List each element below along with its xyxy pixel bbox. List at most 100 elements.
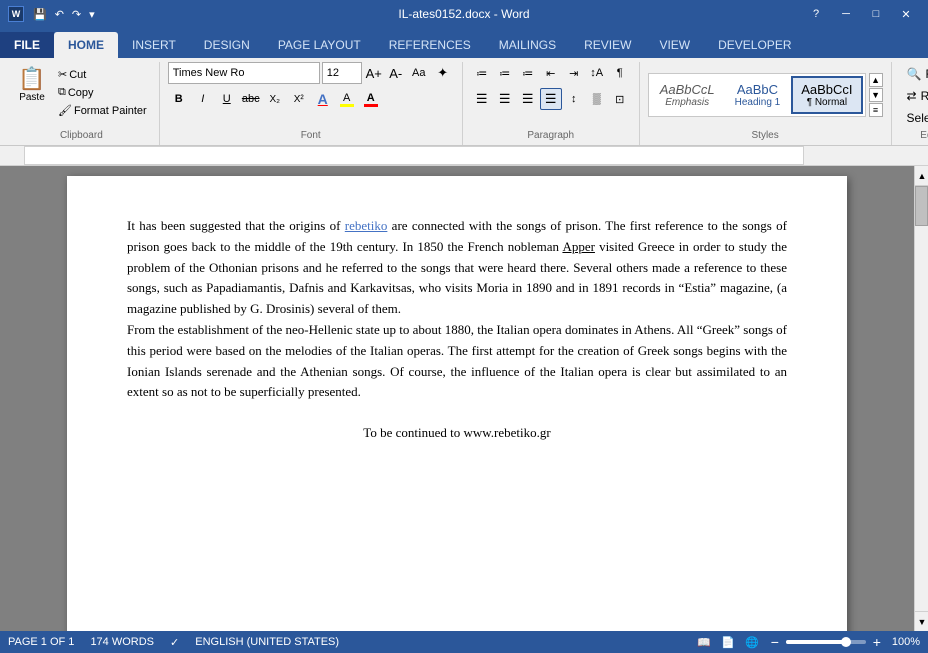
change-case-button[interactable]: Aa: [408, 62, 430, 84]
style-emphasis[interactable]: AaBbCcL Emphasis: [651, 77, 724, 113]
clipboard-group: 📋 Paste ✂ Cut ⧉ Copy 🖌 Format Painter Cl…: [4, 62, 160, 145]
zoom-track[interactable]: [786, 640, 866, 644]
close-button[interactable]: ✕: [892, 0, 920, 28]
highlight-color-button[interactable]: A: [336, 88, 358, 110]
line-spacing-button[interactable]: ↕: [563, 88, 585, 110]
window-controls: ? ─ □ ✕: [802, 0, 920, 28]
save-quick-btn[interactable]: 💾: [30, 6, 50, 23]
styles-scroll-up[interactable]: ▲: [869, 73, 883, 87]
font-group: A+ A- Aa ✦ B I U abc X₂ X² A A A: [160, 62, 463, 145]
select-label: Select ▾: [907, 111, 928, 125]
quick-access-dropdown[interactable]: ▾: [86, 6, 98, 23]
show-marks-button[interactable]: ¶: [609, 62, 631, 84]
scroll-thumb[interactable]: [915, 186, 928, 226]
replace-icon: ⇄: [907, 89, 917, 103]
styles-scroll-down[interactable]: ▼: [869, 88, 883, 102]
word-app-icon: W: [8, 6, 24, 22]
tab-insert[interactable]: INSERT: [118, 32, 190, 58]
font-size-input[interactable]: [322, 62, 362, 84]
read-mode-icon[interactable]: 📖: [696, 634, 712, 650]
cut-label: Cut: [69, 69, 86, 81]
align-right-button[interactable]: ☰: [517, 88, 539, 110]
text-effects-button[interactable]: A: [312, 88, 334, 110]
align-center-button[interactable]: ☰: [494, 88, 516, 110]
tab-developer[interactable]: DEVELOPER: [704, 32, 805, 58]
tab-pagelayout[interactable]: PAGE LAYOUT: [264, 32, 375, 58]
decrease-indent-button[interactable]: ⇤: [540, 62, 562, 84]
clipboard-label: Clipboard: [12, 130, 151, 141]
clear-formatting-button[interactable]: ✦: [432, 62, 454, 84]
tab-view[interactable]: VIEW: [645, 32, 704, 58]
paragraph-controls: ≔ ≔ ≔ ⇤ ⇥ ↕A ¶ ☰ ☰ ☰ ☰ ↕ ▒ ⊡: [471, 62, 631, 128]
zoom-in-button[interactable]: +: [870, 635, 884, 649]
superscript-button[interactable]: X²: [288, 88, 310, 110]
strikethrough-button[interactable]: abc: [240, 88, 262, 110]
borders-button[interactable]: ⊡: [609, 88, 631, 110]
paste-icon: 📋: [18, 66, 45, 92]
format-painter-button[interactable]: 🖌 Format Painter: [54, 102, 151, 119]
styles-more[interactable]: ≡: [869, 103, 883, 117]
select-button[interactable]: Select ▾: [900, 108, 928, 128]
tab-mailings[interactable]: MAILINGS: [485, 32, 570, 58]
find-button[interactable]: 🔍 Find ▾: [900, 64, 928, 84]
minimize-button[interactable]: ─: [832, 0, 860, 28]
editing-buttons: 🔍 Find ▾ ⇄ Replace Select ▾: [900, 62, 928, 128]
copy-icon: ⧉: [58, 86, 66, 99]
justify-button[interactable]: ☰: [540, 88, 562, 110]
scroll-down-button[interactable]: ▼: [915, 611, 928, 631]
font-name-input[interactable]: [168, 62, 320, 84]
styles-scroll: ▲ ▼ ≡: [869, 73, 883, 117]
font-label: Font: [168, 130, 454, 141]
print-layout-icon[interactable]: 📄: [720, 634, 736, 650]
tab-home[interactable]: HOME: [54, 32, 118, 58]
window-title: IL-ates0152.docx - Word: [398, 7, 529, 21]
paragraph-group: ≔ ≔ ≔ ⇤ ⇥ ↕A ¶ ☰ ☰ ☰ ☰ ↕ ▒ ⊡ Paragraph: [463, 62, 640, 145]
zoom-thumb[interactable]: [841, 637, 851, 647]
tab-review[interactable]: REVIEW: [570, 32, 645, 58]
undo-quick-btn[interactable]: ↶: [52, 6, 67, 23]
paragraph-row2: ☰ ☰ ☰ ☰ ↕ ▒ ⊡: [471, 88, 631, 110]
help-button[interactable]: ?: [802, 0, 830, 28]
tab-references[interactable]: REFERENCES: [375, 32, 485, 58]
language: ENGLISH (UNITED STATES): [195, 636, 339, 648]
sort-button[interactable]: ↕A: [586, 62, 608, 84]
status-bar: PAGE 1 OF 1 174 WORDS ✓ ENGLISH (UNITED …: [0, 631, 928, 653]
redo-quick-btn[interactable]: ↷: [69, 6, 84, 23]
tab-file[interactable]: FILE: [0, 32, 54, 58]
cut-button[interactable]: ✂ Cut: [54, 66, 151, 83]
tab-design[interactable]: DESIGN: [190, 32, 264, 58]
grow-font-button[interactable]: A+: [364, 63, 384, 83]
scroll-up-button[interactable]: ▲: [915, 166, 928, 186]
ruler-inner: [24, 146, 804, 165]
paste-button[interactable]: 📋 Paste: [12, 62, 52, 128]
style-normal[interactable]: AaBbCcI ¶ Normal: [791, 76, 862, 114]
editing-label: Editing: [900, 130, 928, 141]
shading-button[interactable]: ▒: [586, 88, 608, 110]
italic-button[interactable]: I: [192, 88, 214, 110]
document-text: It has been suggested that the origins o…: [127, 216, 787, 444]
rebetiko-link: rebetiko: [345, 218, 388, 233]
underline-button[interactable]: U: [216, 88, 238, 110]
font-color-bar: [364, 104, 378, 107]
title-bar: W 💾 ↶ ↷ ▾ IL-ates0152.docx - Word ? ─ □ …: [0, 0, 928, 28]
multilevel-button[interactable]: ≔: [517, 62, 539, 84]
replace-button[interactable]: ⇄ Replace: [900, 86, 928, 106]
shrink-font-button[interactable]: A-: [386, 63, 406, 83]
numbering-button[interactable]: ≔: [494, 62, 516, 84]
bold-button[interactable]: B: [168, 88, 190, 110]
font-color-button[interactable]: A: [360, 88, 382, 110]
vertical-scrollbar: ▲ ▼: [914, 166, 928, 631]
copy-button[interactable]: ⧉ Copy: [54, 84, 151, 101]
paste-label: Paste: [19, 92, 45, 103]
subscript-button[interactable]: X₂: [264, 88, 286, 110]
maximize-button[interactable]: □: [862, 0, 890, 28]
scroll-track[interactable]: [915, 186, 928, 611]
bullets-button[interactable]: ≔: [471, 62, 493, 84]
increase-indent-button[interactable]: ⇥: [563, 62, 585, 84]
zoom-out-button[interactable]: −: [768, 635, 782, 649]
style-heading1[interactable]: AaBbC Heading 1: [726, 77, 790, 113]
document-page: It has been suggested that the origins o…: [67, 176, 847, 631]
editing-group: 🔍 Find ▾ ⇄ Replace Select ▾ Editing: [892, 62, 928, 145]
align-left-button[interactable]: ☰: [471, 88, 493, 110]
web-view-icon[interactable]: 🌐: [744, 634, 760, 650]
